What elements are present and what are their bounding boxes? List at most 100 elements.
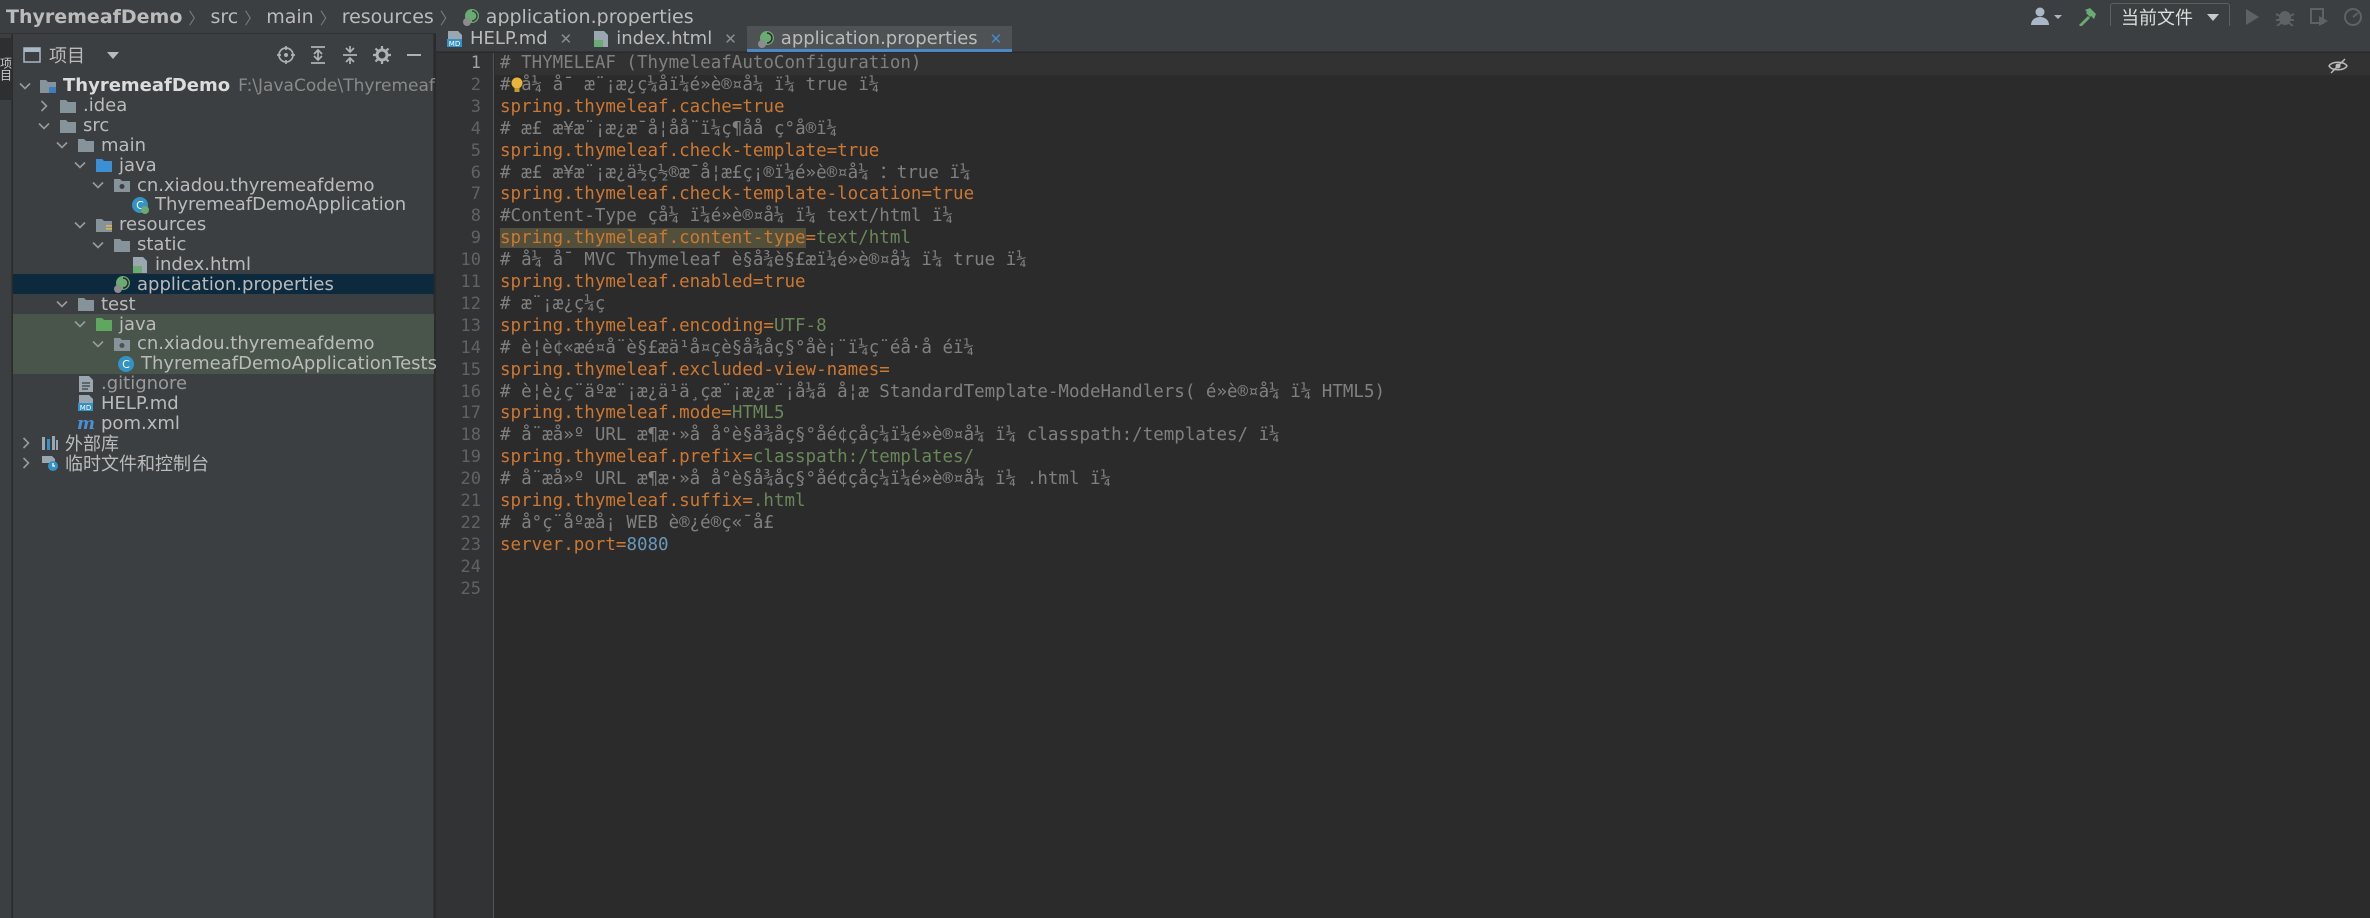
tree-item-gitignore[interactable]: .gitignore	[13, 373, 434, 394]
tab-help-md[interactable]: MD HELP.md ✕	[436, 26, 582, 51]
run-icon	[2246, 9, 2259, 25]
line-number: 19	[460, 447, 481, 468]
code-line[interactable]: spring.thymeleaf.prefix=classpath:/templ…	[500, 447, 974, 469]
code-line[interactable]: spring.thymeleaf.check-template-location…	[500, 184, 974, 206]
lightbulb-icon[interactable]	[510, 77, 524, 93]
property-key: spring.thymeleaf.check-template	[500, 140, 827, 161]
breadcrumb-item[interactable]: ThyremeafDemo	[6, 6, 182, 28]
code-line[interactable]: spring.thymeleaf.encoding=UTF-8	[500, 316, 827, 338]
tab-application-properties[interactable]: application.properties ✕	[746, 26, 1013, 52]
code-line[interactable]: # å¼ å¯ MVC Thymeleaf è§å¾è§£æï¼é»è®¤å¼ …	[500, 250, 1027, 272]
tree-item-test[interactable]: test	[13, 294, 434, 315]
code-line[interactable]: # THYMELEAF (ThymeleafAutoConfiguration)	[500, 53, 921, 75]
chevron-down-icon[interactable]	[107, 51, 119, 59]
tree-item-test-package[interactable]: cn.xiadou.thyremeafdemo	[13, 333, 434, 354]
code-line[interactable]: # å¨æå»º URL æ¶æ·»å å°è§å¾åç§°åé¢çåç¼ï¼é…	[500, 469, 1111, 491]
tree-item-scratches[interactable]: 临时文件和控制台	[13, 453, 434, 475]
code-line[interactable]: spring.thymeleaf.enabled=true	[500, 272, 806, 294]
line-number: 17	[460, 403, 481, 424]
chevron-down-icon[interactable]	[91, 337, 105, 351]
property-separator: =	[742, 491, 753, 511]
code-line[interactable]: spring.thymeleaf.content-type=text/html	[500, 228, 911, 250]
code-line[interactable]: # å°ç¨åºæå¡ WEB è®¿é®ç«¯å£	[500, 513, 774, 535]
close-icon[interactable]: ✕	[724, 30, 737, 48]
tree-item-project-root[interactable]: ThyremeafDemo F:\JavaCode\ThyremeafDemo	[13, 75, 485, 96]
property-key: spring.thymeleaf.content-type	[500, 228, 806, 249]
tree-item-main-java[interactable]: java	[13, 155, 434, 176]
tree-item-idea[interactable]: .idea	[13, 95, 434, 117]
tree-item-src[interactable]: src	[13, 115, 434, 136]
line-number: 2	[470, 74, 481, 95]
code-line[interactable]: # å¨æå»º URL æ¶æ·»å å°è§å¾åç§°åé¢çåç¼ï¼é…	[500, 425, 1280, 447]
project-view-selector[interactable]: 项目	[49, 42, 85, 68]
tree-item-application-tests-class[interactable]: C ThyremeafDemoApplicationTests	[13, 353, 437, 374]
hide-panel-button[interactable]	[399, 40, 429, 70]
code-area[interactable]: # THYMELEAF (ThymeleafAutoConfiguration)…	[495, 53, 2370, 918]
bug-icon	[2275, 11, 2295, 27]
code-line[interactable]: # æ£ æ¥æ¨¡æ¿æ¯å¦å­å¨ï¼ç¶ååç°å®ï¼	[500, 119, 837, 141]
chevron-right-icon[interactable]	[19, 436, 33, 450]
tree-item-index-html[interactable]: index.html	[13, 254, 434, 275]
breadcrumb-item[interactable]: application.properties	[486, 6, 694, 28]
tab-index-html[interactable]: index.html ✕	[582, 26, 747, 51]
code-line[interactable]: spring.thymeleaf.excluded-view-names=	[500, 360, 890, 382]
property-separator: =	[721, 403, 732, 424]
code-line[interactable]: spring.thymeleaf.mode=HTML5	[500, 403, 785, 425]
code-line[interactable]: # è¦è¿ç¨äºæ¨¡æ¿ä¹ä¸çæ¨¡æ¿æ¨¡å¼ã å¦æ Stan…	[500, 382, 1385, 404]
tree-item-application-properties[interactable]: application.properties	[13, 274, 434, 295]
code-line[interactable]: spring.thymeleaf.check-template=true	[500, 141, 879, 163]
code-line[interactable]: spring.thymeleaf.suffix=.html	[500, 491, 806, 513]
tree-item-static[interactable]: static	[13, 234, 434, 255]
project-tool-window-tab[interactable]: 项目	[0, 38, 12, 100]
property-key: spring.thymeleaf.mode	[500, 403, 722, 424]
line-number: 20	[460, 469, 481, 490]
chevron-down-icon[interactable]	[91, 178, 105, 192]
chevron-down-icon[interactable]	[19, 79, 31, 93]
code-line[interactable]: # æ¨¡æ¿ç¼ç	[500, 294, 616, 316]
locate-file-button[interactable]	[271, 40, 301, 70]
code-line[interactable]: # å¼ å¯ æ¨¡æ¿ç¼å­ï¼é»è®¤å¼ ï¼ true ï¼	[500, 75, 879, 97]
breadcrumb-item[interactable]: resources	[342, 6, 434, 28]
line-number: 1	[470, 53, 481, 73]
code-line[interactable]: # æ£ æ¥æ¨¡æ¿ä½ç½®æ¯å¦æ­£ç¡®ï¼é»è®¤å¼ ：tr…	[500, 163, 971, 185]
code-line[interactable]: server.port=8080	[500, 535, 669, 557]
code-line[interactable]: # è¦è¢«æé¤å¨è§£æä¹å¤çè§å¾åç§°åè¡¨ï¼ç¨éå·…	[500, 338, 974, 360]
breadcrumb-item[interactable]: main	[266, 6, 313, 28]
close-icon[interactable]: ✕	[990, 30, 1003, 48]
tree-item-test-java[interactable]: java	[13, 314, 434, 335]
editor-tab-bar: MD HELP.md ✕ index.html ✕ application.pr…	[436, 26, 2370, 52]
code-line[interactable]: #Content-Type çå¼ ï¼é»è®¤å¼ ï¼ text/html…	[500, 206, 953, 228]
chevron-right-icon[interactable]	[19, 456, 33, 470]
code-editor[interactable]: 1 2 3 4 5 6 7 8 9 10 11 12 13 14 15 16 17 18 19 20 21 22 23 24 2…	[436, 53, 2370, 918]
chevron-right-icon[interactable]	[37, 99, 51, 113]
chevron-down-icon[interactable]	[55, 297, 69, 311]
property-value: true	[742, 96, 785, 117]
chevron-down-icon[interactable]	[73, 317, 87, 331]
property-separator: =	[805, 228, 817, 249]
library-icon	[41, 434, 59, 452]
chevron-down-icon[interactable]	[37, 119, 51, 133]
line-number: 16	[460, 381, 481, 402]
settings-button[interactable]	[367, 40, 397, 70]
tree-item-main[interactable]: main	[13, 135, 434, 156]
chevron-down-icon[interactable]	[55, 138, 69, 152]
tree-item-label: .idea	[83, 95, 128, 117]
property-key: spring.thymeleaf.suffix	[500, 491, 743, 511]
tree-item-help-md[interactable]: MD HELP.md	[13, 393, 434, 414]
line-number: 25	[460, 578, 481, 599]
property-value: HTML5	[731, 403, 785, 424]
tree-item-application-class[interactable]: C ThyremeafDemoApplication	[13, 194, 434, 215]
tree-item-resources[interactable]: resources	[13, 214, 434, 235]
close-icon[interactable]: ✕	[560, 30, 573, 48]
chevron-down-icon[interactable]	[73, 158, 87, 172]
chevron-down-icon[interactable]	[73, 218, 87, 232]
collapse-all-button[interactable]	[335, 40, 365, 70]
breadcrumb-item[interactable]: src	[210, 6, 238, 28]
code-line[interactable]: spring.thymeleaf.cache=true	[500, 97, 785, 119]
tree-item-main-package[interactable]: cn.xiadou.thyremeafdemo	[13, 175, 434, 196]
profiler-icon	[2344, 8, 2362, 26]
reader-mode-icon[interactable]	[2328, 57, 2348, 75]
expand-all-button[interactable]	[303, 40, 333, 70]
chevron-down-icon[interactable]	[91, 238, 105, 252]
property-value: .html	[752, 491, 806, 511]
